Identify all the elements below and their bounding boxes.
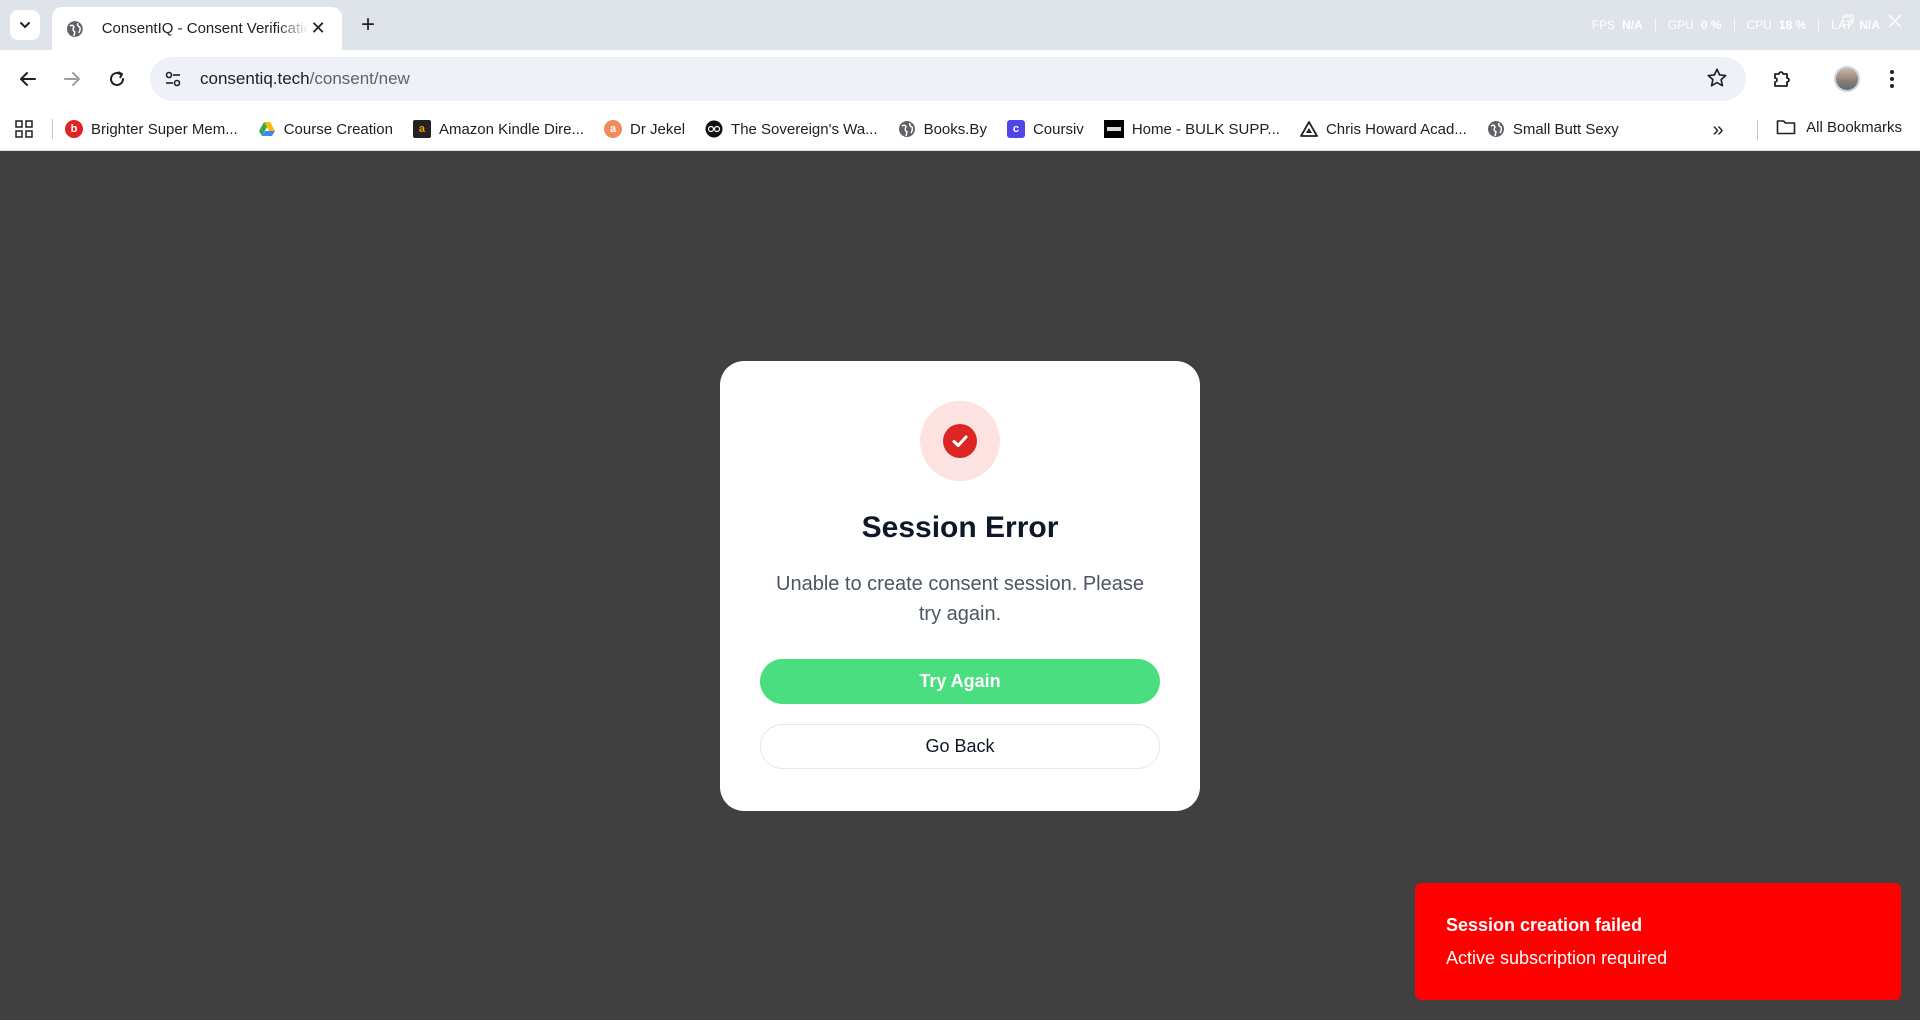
tune-icon xyxy=(165,71,181,87)
bookmark-label: Amazon Kindle Dire... xyxy=(438,120,585,138)
bookmark-label: Dr Jekel xyxy=(630,120,686,138)
sovereign-logo-icon xyxy=(705,120,723,138)
tab-strip: ConsentIQ - Consent Verification ✕ + FPS… xyxy=(0,0,1920,50)
perf-lat: LAT N/A xyxy=(1831,18,1880,32)
reload-icon xyxy=(110,71,124,86)
amazon-logo-icon: a xyxy=(412,120,431,138)
perf-cpu: CPU 18 % xyxy=(1735,18,1820,32)
apps-button[interactable] xyxy=(10,115,38,143)
tab-close-icon[interactable]: ✕ xyxy=(308,18,328,39)
arrow-left-icon xyxy=(20,72,36,86)
error-toast[interactable]: Session creation failed Active subscript… xyxy=(1415,883,1901,1000)
bookmark-sovereign[interactable]: The Sovereign's Wa... xyxy=(705,120,878,138)
toast-description: Active subscription required xyxy=(1446,948,1668,968)
session-error-dialog: Session Error Unable to create consent s… xyxy=(720,361,1200,811)
more-vert-icon xyxy=(1890,70,1894,88)
tab-consentiq[interactable]: ConsentIQ - Consent Verification ✕ xyxy=(52,7,342,50)
site-info-button[interactable] xyxy=(156,62,190,96)
back-button[interactable] xyxy=(13,64,43,94)
extensions-button[interactable] xyxy=(1767,64,1797,94)
bookmark-small-butt[interactable]: Small Butt Sexy xyxy=(1487,120,1619,138)
globe-icon xyxy=(66,20,83,37)
reload-button[interactable] xyxy=(102,64,132,94)
folder-icon xyxy=(1776,120,1796,135)
perf-fps: FPS N/A xyxy=(1580,18,1656,32)
browser-menu-button[interactable] xyxy=(1877,64,1907,94)
tab-title: ConsentIQ - Consent Verification xyxy=(101,20,309,37)
bookmark-dr-jekel[interactable]: a Dr Jekel xyxy=(604,120,685,138)
bookmark-label: Books.By xyxy=(923,120,987,138)
forward-button[interactable] xyxy=(57,64,87,94)
google-drive-icon xyxy=(258,122,275,136)
status-badge xyxy=(920,401,1000,481)
close-window-icon[interactable] xyxy=(1888,14,1902,28)
browser-toolbar: consentiq.tech/consent/new xyxy=(0,50,1920,108)
new-tab-button[interactable]: + xyxy=(353,10,383,40)
arrow-right-icon xyxy=(64,72,80,86)
bookmark-label: Coursiv xyxy=(1032,120,1084,138)
triangle-logo-icon xyxy=(1300,121,1318,137)
all-bookmarks-button[interactable]: All Bookmarks xyxy=(1776,118,1902,136)
star-icon[interactable] xyxy=(1706,67,1728,89)
tab-search-button[interactable] xyxy=(10,10,40,40)
chevron-down-icon xyxy=(20,22,30,29)
bookmark-course-creation[interactable]: Course Creation xyxy=(258,120,393,138)
brighter-logo-icon: b xyxy=(65,120,83,138)
dialog-title: Session Error xyxy=(861,511,1059,544)
globe-icon xyxy=(1487,121,1504,137)
url-text: consentiq.tech/consent/new xyxy=(200,69,410,88)
apps-grid-icon xyxy=(15,120,33,138)
check-icon xyxy=(952,435,968,447)
bookmark-label: Course Creation xyxy=(283,120,393,138)
bookmark-label: The Sovereign's Wa... xyxy=(731,120,878,138)
bookmark-books-by[interactable]: Books.By xyxy=(898,120,987,138)
bookmark-label: Chris Howard Acad... xyxy=(1325,120,1467,138)
bookmark-label: Home - BULK SUPP... xyxy=(1131,120,1280,138)
coursiv-logo-icon: c xyxy=(1006,120,1025,138)
go-back-button[interactable]: Go Back xyxy=(760,724,1160,769)
bookmark-brighter[interactable]: b Brighter Super Mem... xyxy=(65,120,238,138)
bookmark-coursiv[interactable]: c Coursiv xyxy=(1006,120,1084,138)
puzzle-icon xyxy=(1774,71,1790,87)
bookmark-label: Small Butt Sexy xyxy=(1512,120,1619,138)
bookmark-label: Brighter Super Mem... xyxy=(91,120,238,138)
perf-gpu: GPU 0 % xyxy=(1656,18,1735,32)
more-bookmarks-button[interactable]: » xyxy=(1704,116,1732,144)
restore-window-icon[interactable] xyxy=(1842,14,1854,26)
bulk-logo-icon xyxy=(1103,120,1124,138)
bookmark-bulk-supplements[interactable]: Home - BULK SUPP... xyxy=(1103,120,1280,138)
bookmark-chris-howard[interactable]: Chris Howard Acad... xyxy=(1300,120,1467,138)
globe-icon xyxy=(898,121,915,137)
profile-button[interactable] xyxy=(1832,64,1862,94)
all-bookmarks-label: All Bookmarks xyxy=(1806,118,1902,136)
avatar xyxy=(1834,66,1860,92)
address-bar[interactable]: consentiq.tech/consent/new xyxy=(150,57,1746,101)
toast-title: Session creation failed xyxy=(1446,915,1643,935)
bookmarks-bar: b Brighter Super Mem... Course Creation … xyxy=(0,108,1920,151)
bookmarks-divider xyxy=(1757,120,1758,140)
dialog-message: Unable to create consent session. Please… xyxy=(776,573,1144,625)
dr-jekel-logo-icon: a xyxy=(604,120,623,138)
bookmarks-divider xyxy=(52,119,53,139)
bookmark-amazon-kindle[interactable]: a Amazon Kindle Dire... xyxy=(412,120,585,138)
try-again-button[interactable]: Try Again xyxy=(760,659,1160,704)
